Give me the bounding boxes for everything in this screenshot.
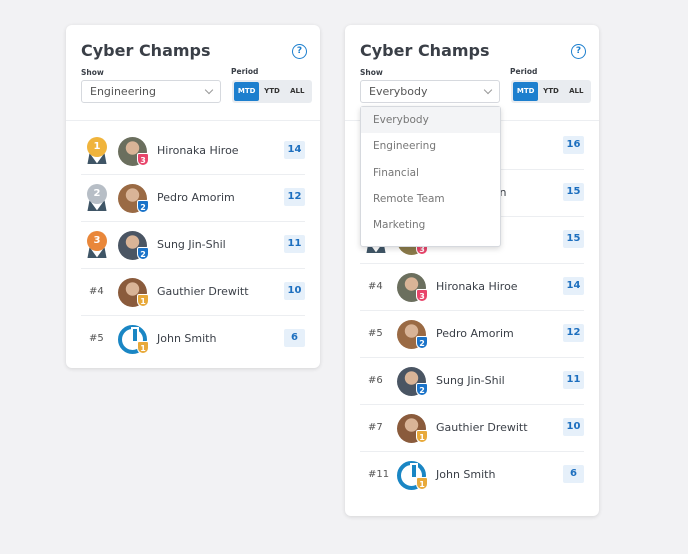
score-badge: 12 bbox=[284, 188, 305, 206]
dropdown-option[interactable]: Financial bbox=[361, 160, 500, 186]
chevron-down-icon bbox=[483, 85, 493, 95]
help-icon[interactable]: ? bbox=[571, 44, 586, 59]
show-label: Show bbox=[360, 68, 383, 77]
rank-number: #5 bbox=[368, 328, 383, 339]
show-select-value: Engineering bbox=[90, 85, 156, 98]
rank-number: #5 bbox=[89, 333, 104, 344]
level-badge: 3 bbox=[137, 153, 149, 166]
period-label: Period bbox=[231, 67, 259, 76]
leaderboard-row[interactable]: #5 2 Pedro Amorim 12 bbox=[360, 311, 584, 358]
period-all-button[interactable]: ALL bbox=[564, 82, 589, 101]
period-toggle: MTD YTD ALL bbox=[232, 80, 312, 103]
level-badge: 1 bbox=[137, 341, 149, 354]
show-select-value: Everybody bbox=[369, 85, 428, 98]
leaderboard-row[interactable]: #6 2 Sung Jin-Shil 11 bbox=[360, 358, 584, 405]
user-name: Gauthier Drewitt bbox=[436, 421, 528, 434]
dropdown-option[interactable]: Remote Team bbox=[361, 186, 500, 212]
period-ytd-button[interactable]: YTD bbox=[259, 82, 284, 101]
dropdown-option[interactable]: Engineering bbox=[361, 133, 500, 159]
show-dropdown-menu: Everybody Engineering Financial Remote Team… bbox=[360, 106, 501, 247]
leaderboard-row[interactable]: #7 1 Gauthier Drewitt 10 bbox=[360, 405, 584, 452]
bronze-medal-icon: 3 bbox=[84, 231, 110, 261]
user-name: Pedro Amorim bbox=[436, 327, 514, 340]
user-name: Sung Jin-Shil bbox=[157, 238, 226, 251]
user-name: Hironaka Hiroe bbox=[436, 280, 518, 293]
user-name: John Smith bbox=[436, 468, 496, 481]
score-badge: 15 bbox=[563, 230, 584, 248]
leaderboard-row[interactable]: 1 3 Hironaka Hiroe 14 bbox=[81, 128, 305, 175]
leaderboard-row[interactable]: #4 3 Hironaka Hiroe 14 bbox=[360, 264, 584, 311]
period-label: Period bbox=[510, 67, 538, 76]
show-label: Show bbox=[81, 68, 104, 77]
card-title: Cyber Champs bbox=[360, 41, 490, 60]
leaderboard-row[interactable]: #4 1 Gauthier Drewitt 10 bbox=[81, 269, 305, 316]
score-badge: 10 bbox=[563, 418, 584, 436]
score-badge: 11 bbox=[563, 371, 584, 389]
help-icon[interactable]: ? bbox=[292, 44, 307, 59]
leaderboard-row[interactable]: #11 1 John Smith 6 bbox=[360, 452, 584, 499]
show-select[interactable]: Engineering bbox=[81, 80, 221, 103]
rank-number: #4 bbox=[368, 281, 383, 292]
rank-number: #6 bbox=[368, 375, 383, 386]
silver-medal-icon: 2 bbox=[84, 184, 110, 214]
leaderboard-row[interactable]: #5 1 John Smith 6 bbox=[81, 316, 305, 363]
level-badge: 2 bbox=[416, 336, 428, 349]
score-badge: 12 bbox=[563, 324, 584, 342]
score-badge: 14 bbox=[563, 277, 584, 295]
score-badge: 14 bbox=[284, 141, 305, 159]
score-badge: 15 bbox=[563, 183, 584, 201]
user-name: Pedro Amorim bbox=[157, 191, 235, 204]
user-name: John Smith bbox=[157, 332, 217, 345]
level-badge: 2 bbox=[137, 247, 149, 260]
rank-number: #11 bbox=[368, 469, 390, 480]
user-name: Sung Jin-Shil bbox=[436, 374, 505, 387]
show-select[interactable]: Everybody bbox=[360, 80, 500, 103]
score-badge: 16 bbox=[563, 136, 584, 154]
score-badge: 6 bbox=[563, 465, 584, 483]
leaderboard-row[interactable]: 3 2 Sung Jin-Shil 11 bbox=[81, 222, 305, 269]
level-badge: 2 bbox=[137, 200, 149, 213]
dropdown-option[interactable]: Marketing bbox=[361, 212, 500, 238]
score-badge: 11 bbox=[284, 235, 305, 253]
chevron-down-icon bbox=[204, 85, 214, 95]
level-badge: 1 bbox=[137, 294, 149, 307]
score-badge: 10 bbox=[284, 282, 305, 300]
card-title: Cyber Champs bbox=[81, 41, 211, 60]
period-ytd-button[interactable]: YTD bbox=[538, 82, 563, 101]
level-badge: 3 bbox=[416, 289, 428, 302]
leaderboard-row[interactable]: 2 2 Pedro Amorim 12 bbox=[81, 175, 305, 222]
level-badge: 2 bbox=[416, 383, 428, 396]
period-mtd-button[interactable]: MTD bbox=[513, 82, 539, 101]
leaderboard-card-right: Cyber Champs ? Show Period Everybody MTD… bbox=[345, 25, 599, 516]
period-toggle: MTD YTD ALL bbox=[511, 80, 591, 103]
rank-number: #7 bbox=[368, 422, 383, 433]
gold-medal-icon: 1 bbox=[84, 137, 110, 167]
period-all-button[interactable]: ALL bbox=[285, 82, 310, 101]
dropdown-option[interactable]: Everybody bbox=[361, 107, 500, 134]
score-badge: 6 bbox=[284, 329, 305, 347]
divider bbox=[66, 120, 320, 121]
leaderboard-card-left: Cyber Champs ? Show Period Engineering M… bbox=[66, 25, 320, 368]
period-mtd-button[interactable]: MTD bbox=[234, 82, 260, 101]
user-name: Gauthier Drewitt bbox=[157, 285, 249, 298]
user-name: Hironaka Hiroe bbox=[157, 144, 239, 157]
level-badge: 1 bbox=[416, 477, 428, 490]
level-badge: 1 bbox=[416, 430, 428, 443]
rank-number: #4 bbox=[89, 286, 104, 297]
